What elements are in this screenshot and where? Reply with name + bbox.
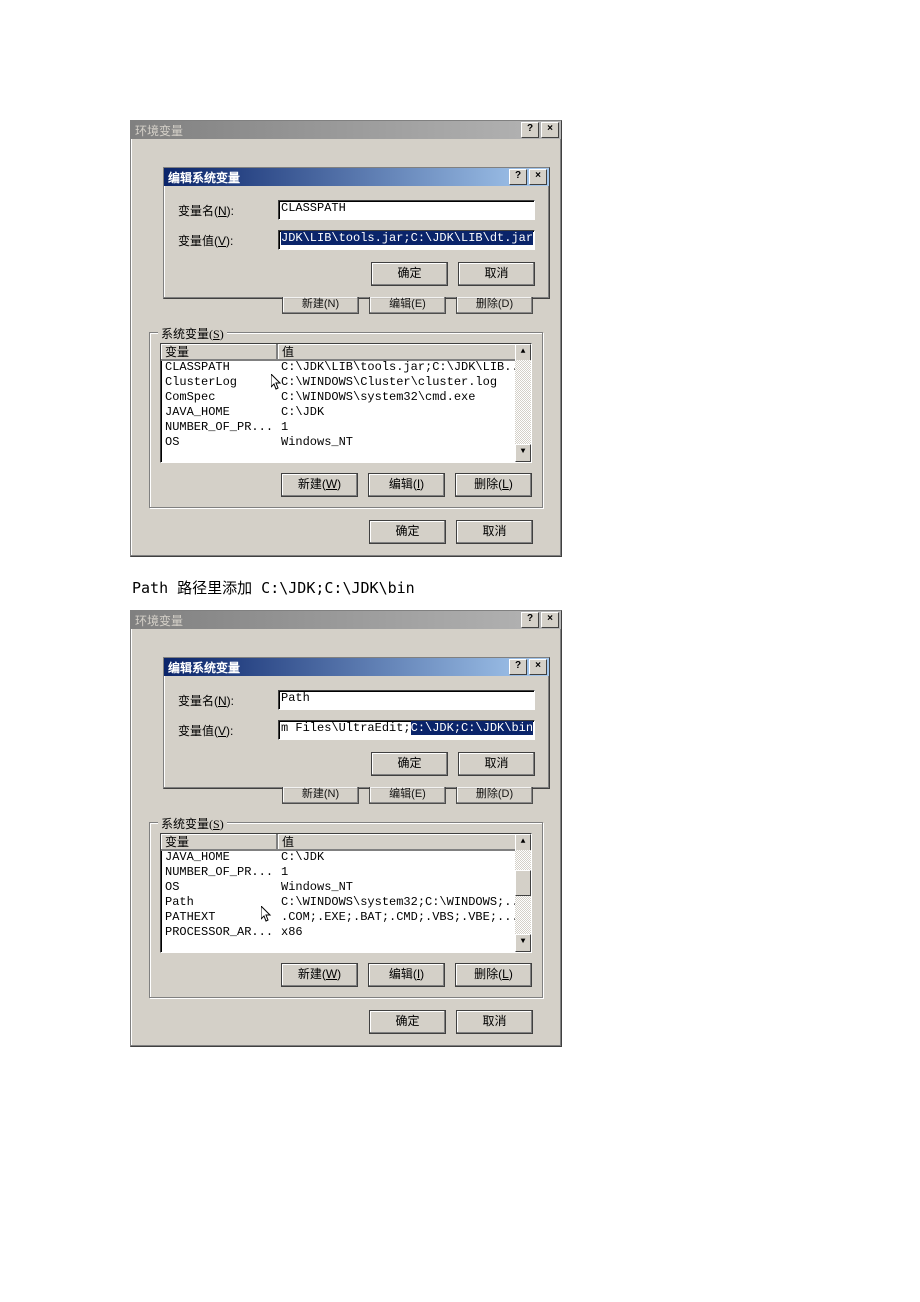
table-row[interactable]: PROCESSOR_AR...x86 — [161, 925, 515, 940]
outer-titlebar[interactable]: 环境变量 ? × — [131, 611, 561, 629]
ok-button[interactable]: 确定 — [371, 262, 448, 286]
inner-title: 编辑系统变量 — [168, 659, 240, 676]
var-value-input[interactable]: m Files\UltraEdit;C:\JDK;C:\JDK\bin — [278, 720, 535, 740]
inner-title: 编辑系统变量 — [168, 169, 240, 186]
edit-sysvar-dialog: 编辑系统变量 ? × 变量名(N): Path — [163, 657, 550, 789]
new-sysvar-button[interactable]: 新建(W) — [281, 473, 358, 497]
new-uservar-button[interactable]: 新建(N) — [282, 297, 359, 314]
var-value-label: 变量值(V): — [178, 232, 278, 249]
table-row[interactable]: ComSpecC:\WINDOWS\system32\cmd.exe — [161, 390, 515, 405]
var-name-input[interactable]: CLASSPATH — [278, 200, 535, 220]
main-ok-button[interactable]: 确定 — [369, 520, 446, 544]
var-name-label: 变量名(N): — [178, 202, 278, 219]
col-header-var[interactable]: 变量 — [161, 834, 278, 850]
col-header-val[interactable]: 值 — [278, 834, 531, 850]
outer-title: 环境变量 — [135, 122, 519, 139]
var-value-label: 变量值(V): — [178, 722, 278, 739]
var-name-input[interactable]: Path — [278, 690, 535, 710]
edit-sysvar-button[interactable]: 编辑(I) — [368, 963, 445, 987]
del-sysvar-button[interactable]: 删除(L) — [455, 473, 532, 497]
user-var-buttons: 新建(N) 编辑(E) 删除(D) — [143, 297, 533, 314]
new-sysvar-button[interactable]: 新建(W) — [281, 963, 358, 987]
system-variables-list[interactable]: 变量 值 JAVA_HOMEC:\JDKNUMBER_OF_PR...1OSWi… — [160, 833, 532, 953]
close-button[interactable]: × — [529, 659, 547, 675]
table-row[interactable]: CLASSPATHC:\JDK\LIB\tools.jar;C:\JDK\LIB… — [161, 360, 515, 375]
table-row[interactable]: NUMBER_OF_PR...1 — [161, 865, 515, 880]
system-variables-group: 系统变量(S) 变量 值 JAVA_HOMEC:\JDKNUMBER_OF_PR… — [149, 822, 543, 998]
table-row[interactable]: ClusterLogC:\WINDOWS\Cluster\cluster.log — [161, 375, 515, 390]
outer-title: 环境变量 — [135, 612, 519, 629]
edit-uservar-button[interactable]: 编辑(E) — [369, 297, 446, 314]
group-title: 系统变量(S) — [158, 815, 227, 832]
new-uservar-button[interactable]: 新建(N) — [282, 787, 359, 804]
table-row[interactable]: OSWindows_NT — [161, 880, 515, 895]
help-button[interactable]: ? — [509, 169, 527, 185]
caption-text: Path 路径里添加 C:\JDK;C:\JDK\bin — [132, 577, 920, 598]
ok-button[interactable]: 确定 — [371, 752, 448, 776]
help-button[interactable]: ? — [521, 612, 539, 628]
cancel-button[interactable]: 取消 — [458, 262, 535, 286]
group-title: 系统变量(S) — [158, 325, 227, 342]
table-row[interactable]: JAVA_HOMEC:\JDK — [161, 850, 515, 865]
del-uservar-button[interactable]: 删除(D) — [456, 297, 533, 314]
user-var-buttons: 新建(N) 编辑(E) 删除(D) — [143, 787, 533, 804]
main-cancel-button[interactable]: 取消 — [456, 520, 533, 544]
del-uservar-button[interactable]: 删除(D) — [456, 787, 533, 804]
help-button[interactable]: ? — [521, 122, 539, 138]
edit-uservar-button[interactable]: 编辑(E) — [369, 787, 446, 804]
scroll-thumb[interactable] — [515, 870, 531, 896]
table-row[interactable]: NUMBER_OF_PR...1 — [161, 420, 515, 435]
scroll-down-button[interactable]: ▼ — [515, 934, 531, 952]
system-variables-list[interactable]: 变量 值 CLASSPATHC:\JDK\LIB\tools.jar;C:\JD… — [160, 343, 532, 463]
edit-sysvar-button[interactable]: 编辑(I) — [368, 473, 445, 497]
del-sysvar-button[interactable]: 删除(L) — [455, 963, 532, 987]
col-header-val[interactable]: 值 — [278, 344, 531, 360]
inner-titlebar[interactable]: 编辑系统变量 ? × — [164, 658, 549, 676]
main-cancel-button[interactable]: 取消 — [456, 1010, 533, 1034]
close-button[interactable]: × — [541, 122, 559, 138]
close-button[interactable]: × — [529, 169, 547, 185]
help-button[interactable]: ? — [509, 659, 527, 675]
table-row[interactable]: OSWindows_NT — [161, 435, 515, 450]
env-var-dialog-1: 环境变量 ? × 编辑系统变量 ? × 变量名(N): — [130, 120, 562, 557]
cancel-button[interactable]: 取消 — [458, 752, 535, 776]
var-name-label: 变量名(N): — [178, 692, 278, 709]
table-row[interactable]: PATHEXT.COM;.EXE;.BAT;.CMD;.VBS;.VBE;... — [161, 910, 515, 925]
vertical-scrollbar[interactable]: ▲ ▼ — [515, 344, 531, 462]
table-row[interactable]: JAVA_HOMEC:\JDK — [161, 405, 515, 420]
scroll-down-button[interactable]: ▼ — [515, 444, 531, 462]
system-variables-group: 系统变量(S) 变量 值 CLASSPATHC:\JDK\LIB\tools.j… — [149, 332, 543, 508]
env-var-dialog-2: 环境变量 ? × 编辑系统变量 ? × 变量名(N): — [130, 610, 562, 1047]
edit-sysvar-dialog: 编辑系统变量 ? × 变量名(N): CLASSPATH — [163, 167, 550, 299]
close-button[interactable]: × — [541, 612, 559, 628]
outer-titlebar[interactable]: 环境变量 ? × — [131, 121, 561, 139]
main-ok-button[interactable]: 确定 — [369, 1010, 446, 1034]
inner-titlebar[interactable]: 编辑系统变量 ? × — [164, 168, 549, 186]
var-value-input[interactable]: JDK\LIB\tools.jar;C:\JDK\LIB\dt.jar — [278, 230, 535, 250]
col-header-var[interactable]: 变量 — [161, 344, 278, 360]
vertical-scrollbar[interactable]: ▲ ▼ — [515, 834, 531, 952]
table-row[interactable]: PathC:\WINDOWS\system32;C:\WINDOWS;... — [161, 895, 515, 910]
